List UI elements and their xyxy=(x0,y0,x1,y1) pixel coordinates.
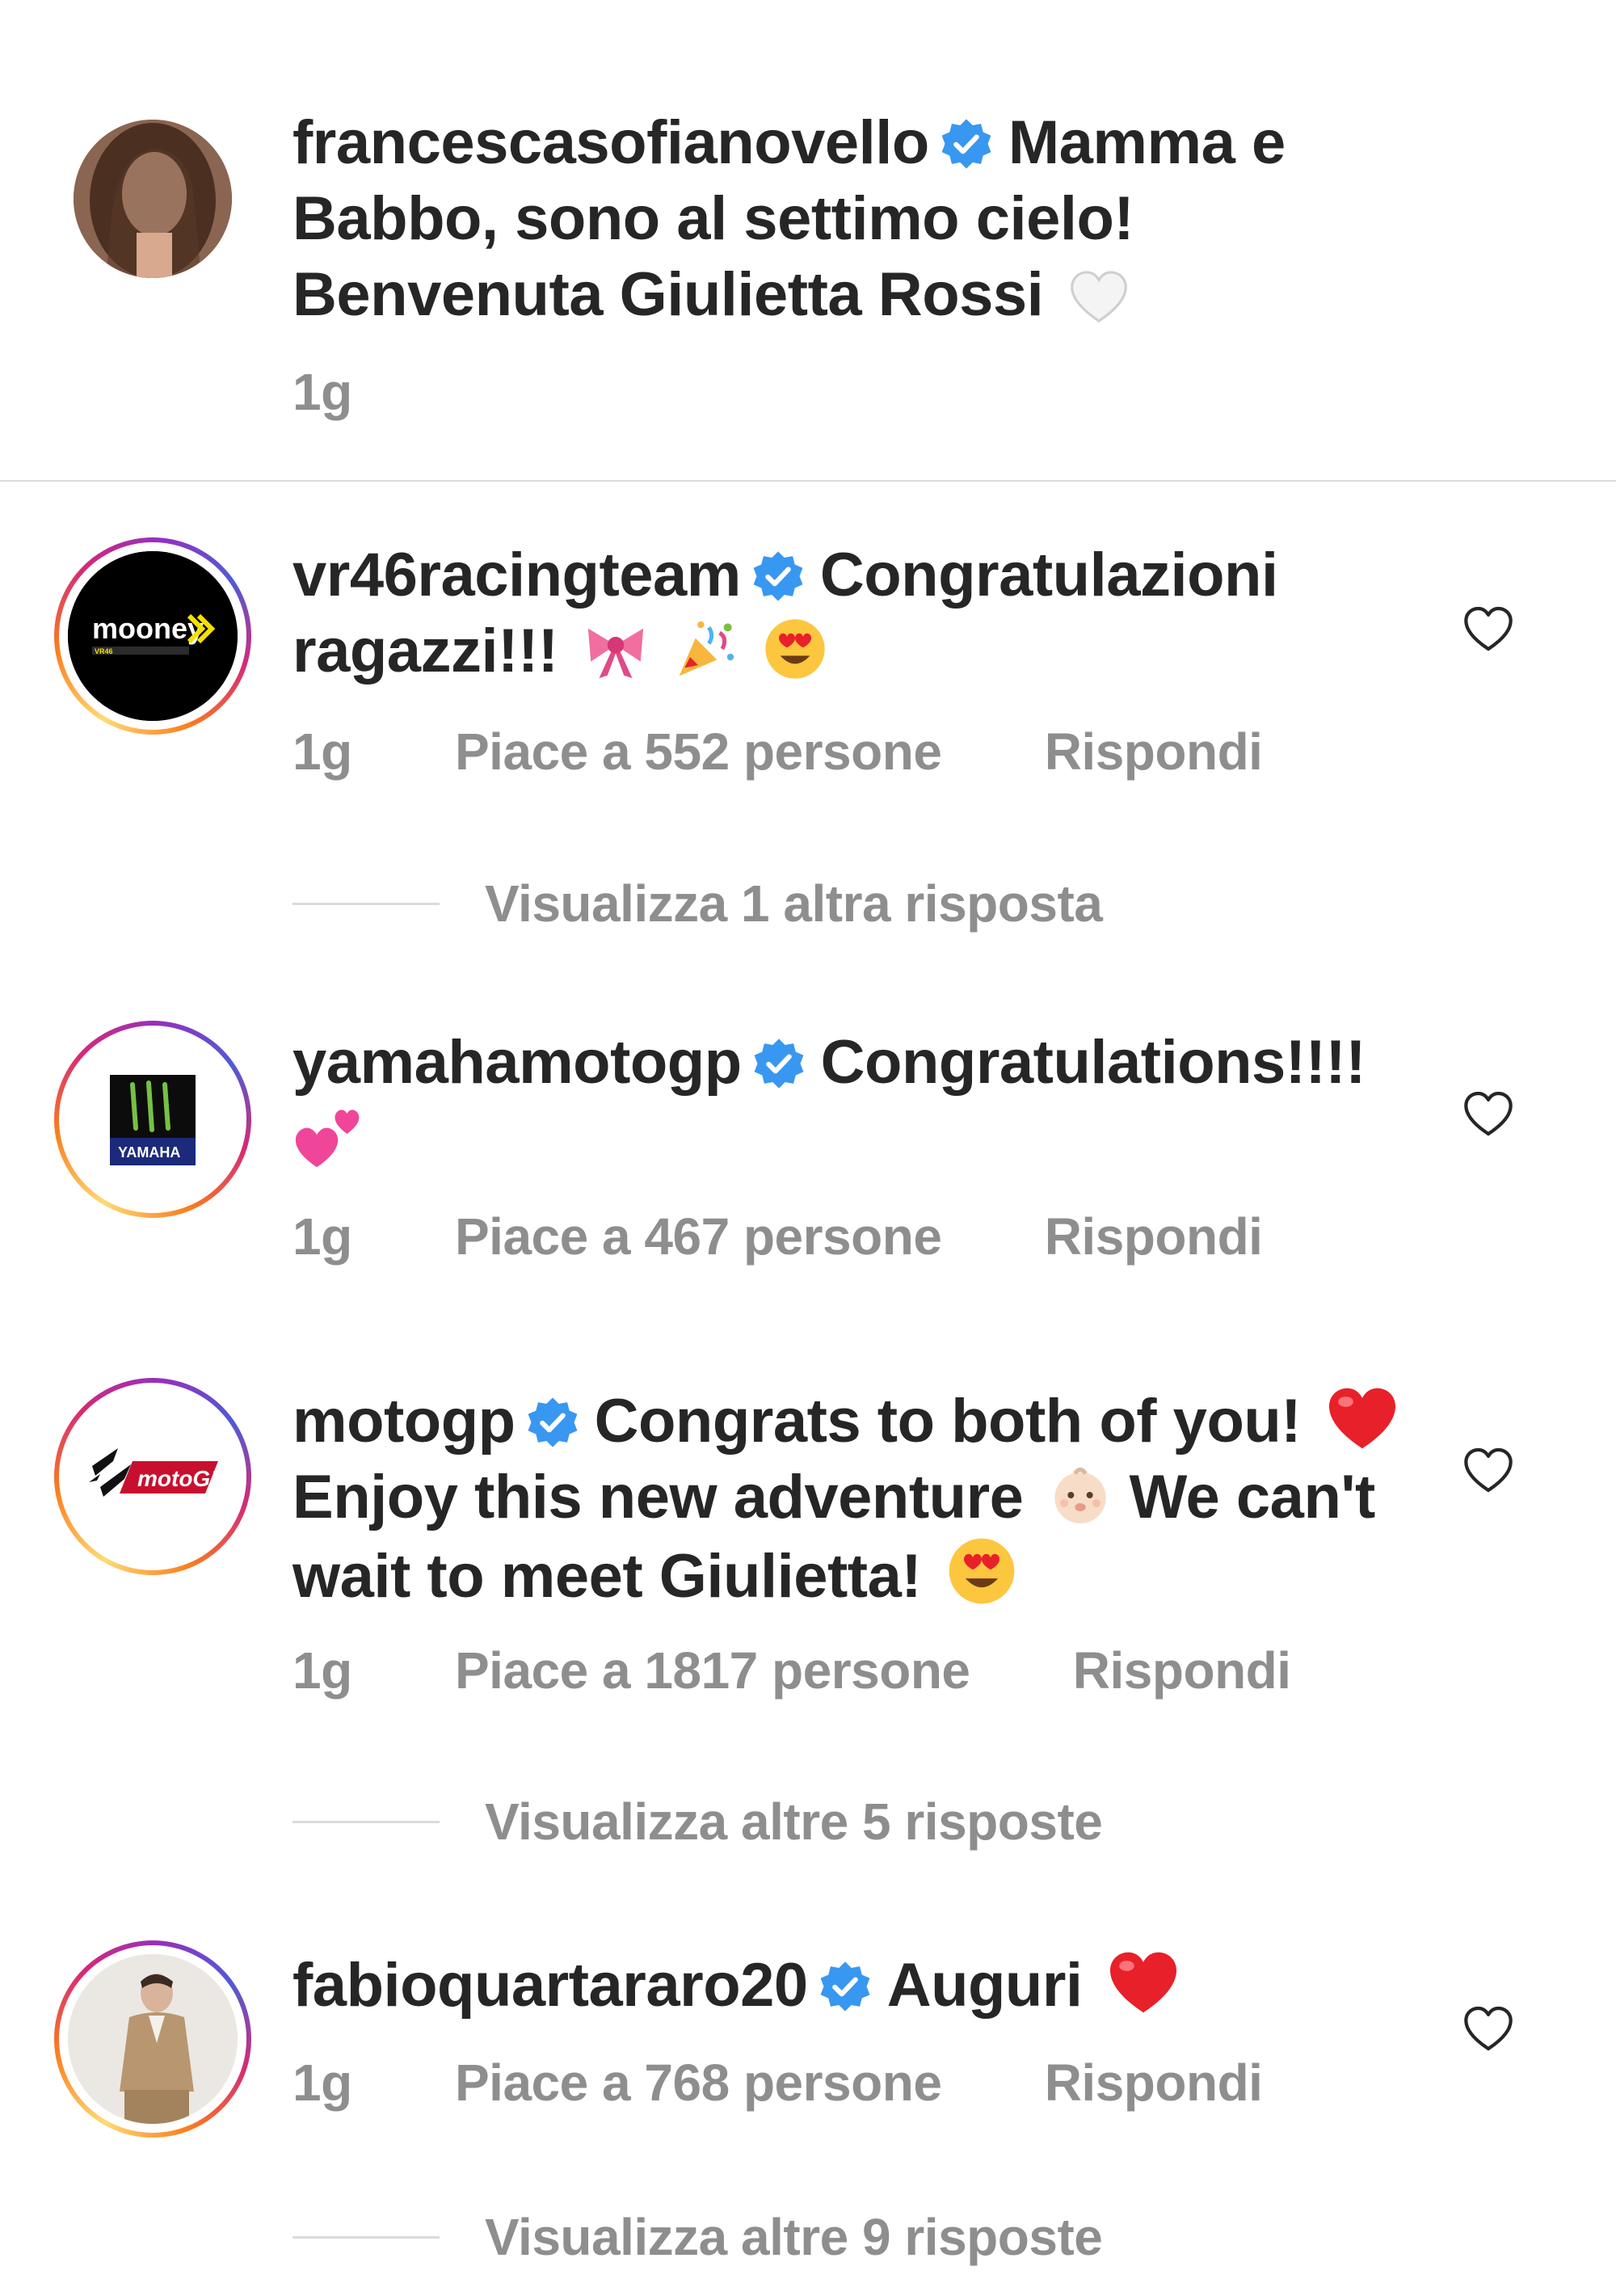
caption-meta: 1g xyxy=(292,362,352,422)
comment-username[interactable]: fabioquartararo20 xyxy=(292,1951,808,2020)
reply-button[interactable]: Rispondi xyxy=(1045,723,1263,781)
verified-badge-icon xyxy=(525,1395,580,1450)
comment-text: vr46racingteam Congratulazioni ragazzi!!! xyxy=(292,537,1440,689)
two-hearts-emoji xyxy=(295,1110,360,1168)
comment-username[interactable]: yamahamotogp xyxy=(292,1028,742,1097)
caption-text: francescasofianovello Mamma e Babbo, sono… xyxy=(292,105,1440,333)
comment-meta: 1g Piace a 552 persone Rispondi xyxy=(292,722,1263,781)
reply-button[interactable]: Rispondi xyxy=(1045,2054,1263,2112)
mooney-logo-icon: mooney VR46 xyxy=(68,551,238,721)
avatar[interactable] xyxy=(54,1940,251,2138)
comment-text: motogp Congrats to both of you! Enjoy thi… xyxy=(292,1384,1440,1615)
comment-time: 1g xyxy=(292,1641,352,1700)
motogp-logo-icon: motoGP xyxy=(68,1392,238,1561)
heart-outline-icon[interactable] xyxy=(1462,1447,1514,1493)
comment-text: yamahamotogp Congratulations!!!! xyxy=(292,1025,1440,1178)
red-heart-emoji xyxy=(1107,1949,1180,2016)
post-caption: francescasofianovello Mamma e Babbo, sono… xyxy=(0,0,1616,482)
caption-time: 1g xyxy=(292,363,352,421)
avatar[interactable]: motoGP xyxy=(54,1378,251,1575)
reply-button[interactable]: Rispondi xyxy=(1073,1641,1291,1700)
comment-username[interactable]: vr46racingteam xyxy=(292,541,741,609)
baby-emoji xyxy=(1054,1467,1106,1523)
replies-divider xyxy=(292,1820,440,1823)
avatar[interactable]: YAMAHA xyxy=(54,1021,251,1218)
comment-meta: 1g Piace a 768 persone Rispondi xyxy=(292,2053,1263,2113)
comment-body-4: wait to meet Giulietta! xyxy=(292,1542,922,1611)
comment-time: 1g xyxy=(292,2054,352,2112)
view-replies-label: Visualizza altre 9 risposte xyxy=(485,2208,1103,2266)
heart-outline-icon[interactable] xyxy=(1462,1090,1514,1137)
comment-time: 1g xyxy=(292,1207,352,1266)
avatar-brand-text: YAMAHA xyxy=(118,1144,180,1161)
avatar-brand-text: mooney xyxy=(92,612,204,645)
caption-username[interactable]: francescasofianovello xyxy=(292,108,929,177)
comment-body: Auguri xyxy=(886,1951,1083,2020)
view-replies-label: Visualizza 1 altra risposta xyxy=(485,874,1103,933)
comment-body-3: We can't xyxy=(1129,1463,1376,1531)
verified-badge-icon xyxy=(751,549,806,604)
comment-meta: 1g Piace a 1817 persone Rispondi xyxy=(292,1641,1291,1700)
view-replies-button[interactable]: Visualizza altre 5 risposte xyxy=(292,1791,1103,1852)
verified-badge-icon xyxy=(939,116,994,171)
verified-badge-icon xyxy=(751,1036,806,1091)
avatar[interactable]: mooney VR46 xyxy=(54,537,251,735)
heart-eyes-emoji xyxy=(946,1536,1017,1607)
likes-count[interactable]: Piace a 1817 persone xyxy=(455,1641,970,1700)
comment-body: Congratulations!!!! xyxy=(820,1028,1366,1097)
white-heart-emoji xyxy=(1071,271,1127,323)
comment-meta: 1g Piace a 467 persone Rispondi xyxy=(292,1207,1263,1266)
view-replies-label: Visualizza altre 5 risposte xyxy=(485,1793,1103,1851)
comment-body-2: Enjoy this new adventure xyxy=(292,1463,1024,1531)
heart-eyes-emoji xyxy=(763,617,827,681)
reply-button[interactable]: Rispondi xyxy=(1045,1207,1263,1266)
comment-text: fabioquartararo20 Auguri xyxy=(292,1948,1440,2024)
heart-outline-icon[interactable] xyxy=(1462,2005,1514,2052)
red-heart-emoji xyxy=(1326,1385,1399,1451)
heart-outline-icon[interactable] xyxy=(1462,605,1514,652)
comment-username[interactable]: motogp xyxy=(292,1387,516,1456)
replies-divider xyxy=(292,902,440,905)
replies-divider xyxy=(292,2235,440,2239)
ribbon-emoji xyxy=(588,628,644,679)
likes-count[interactable]: Piace a 467 persone xyxy=(455,1207,942,1266)
likes-count[interactable]: Piace a 768 persone xyxy=(455,2054,942,2112)
view-replies-button[interactable]: Visualizza altre 9 risposte xyxy=(292,2206,1103,2268)
comment-time: 1g xyxy=(292,723,352,781)
party-popper-emoji xyxy=(679,621,734,676)
likes-count[interactable]: Piace a 552 persone xyxy=(455,723,942,781)
view-replies-button[interactable]: Visualizza 1 altra risposta xyxy=(292,873,1103,934)
person-photo-icon xyxy=(68,1954,238,2124)
avatar[interactable] xyxy=(74,120,232,278)
verified-badge-icon xyxy=(818,1959,873,2014)
yamaha-monster-logo-icon: YAMAHA xyxy=(68,1034,238,1204)
avatar-brand-text: motoGP xyxy=(137,1466,225,1491)
avatar-sub-text: VR46 xyxy=(95,647,113,655)
comment-body-1: Congrats to both of you! xyxy=(594,1387,1302,1456)
